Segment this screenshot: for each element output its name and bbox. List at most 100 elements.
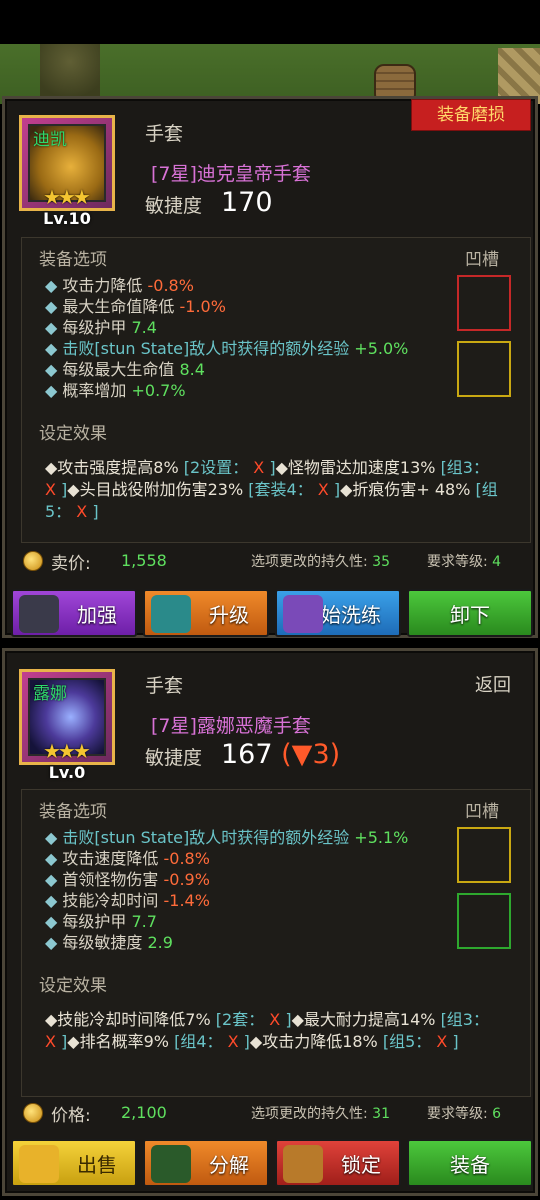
options-header: 装备选项: [39, 250, 107, 270]
set-effect-part: [2套：: [215, 1010, 270, 1029]
star-rating: ★★★: [43, 185, 91, 209]
set-effect-part: ◆头目战役附加伤害23%: [67, 480, 249, 499]
option-text: 首领怪物伤害: [62, 870, 159, 889]
item-icon: 迪凯 ★★★ Lv.10: [19, 115, 115, 228]
lock-label: 锁定: [341, 1152, 381, 1177]
option-value: -0.8%: [158, 849, 210, 868]
required-level: 要求等级: 4: [427, 551, 501, 571]
star-rating: ★★★: [43, 739, 91, 763]
price-value: 2,100: [121, 1103, 167, 1122]
option-text: 击败[stun State]敌人时获得的额外经验: [62, 828, 350, 847]
item-icon: 露娜 ★★★ Lv.0: [19, 669, 115, 782]
socket-slot[interactable]: [457, 827, 511, 883]
set-effect-part: ◆折痕伤害+ 48%: [340, 480, 476, 499]
option-line: ◆ 每级敏捷度 2.9: [45, 932, 408, 953]
option-line: ◆ 攻击速度降低 -0.8%: [45, 848, 408, 869]
stat-value: 167 (▼3): [221, 739, 340, 770]
set-effect-part: ]: [328, 480, 341, 499]
option-value: -0.8%: [142, 276, 194, 295]
upgrade-button[interactable]: 升级: [143, 589, 269, 637]
option-value: 7.4: [126, 318, 157, 337]
option-line: ◆ 最大生命值降低 -1.0%: [45, 296, 408, 317]
option-text: 攻击速度降低: [62, 849, 159, 868]
anvil-icon: [19, 595, 59, 633]
start-reroll-button[interactable]: 开始洗练: [275, 589, 401, 637]
padlock-icon: [283, 1145, 323, 1183]
coins-icon: [19, 1145, 59, 1183]
sell-button[interactable]: 出售: [11, 1139, 137, 1187]
stat-label: 敏捷度: [145, 747, 203, 769]
cauldron-icon: [151, 1145, 191, 1183]
diamond-bullet-icon: ◆: [45, 912, 63, 931]
set-effect-part: X: [436, 1032, 448, 1051]
set-effect-part: [套装4：: [248, 480, 318, 499]
option-value: -1.0%: [174, 297, 226, 316]
back-button[interactable]: 返回: [475, 671, 511, 697]
option-value: 8.4: [174, 360, 205, 379]
set-effect-part: [组3：: [440, 1010, 489, 1029]
set-effect-part: ◆最大耐力提高14%: [291, 1010, 441, 1029]
socket-slot[interactable]: [457, 341, 511, 397]
option-line: ◆ 攻击力降低 -0.8%: [45, 275, 408, 296]
set-effect-part: X: [317, 480, 329, 499]
stat-label: 敏捷度: [145, 195, 203, 217]
option-value: -1.4%: [158, 891, 210, 910]
set-effect-part: X: [269, 1010, 281, 1029]
durability: 选项更改的持久性: 35: [251, 551, 390, 571]
dismantle-button[interactable]: 分解: [143, 1139, 269, 1187]
status-bar: [0, 0, 540, 44]
required-level-label: 要求等级:: [427, 1106, 488, 1122]
item-icon-tag: 露娜: [33, 684, 67, 704]
equipment-worn-badge[interactable]: 装备磨损: [411, 99, 531, 131]
equip-button[interactable]: 装备: [407, 1139, 533, 1187]
set-effect-part: ◆排名概率9%: [67, 1032, 175, 1051]
reroll-bowl-icon: [283, 595, 323, 633]
option-line: ◆ 击败[stun State]敌人时获得的额外经验 +5.1%: [45, 827, 408, 848]
option-line: ◆ 每级最大生命值 8.4: [45, 359, 408, 380]
gold-coin-icon: [23, 551, 43, 571]
required-level-value: 4: [492, 554, 502, 570]
item-name: [7星]迪克皇帝手套: [151, 163, 311, 185]
option-value: +5.0%: [349, 339, 409, 358]
durability-label: 选项更改的持久性:: [251, 1106, 368, 1122]
option-line: ◆ 每级护甲 7.4: [45, 317, 408, 338]
set-effect-part: X: [227, 1032, 239, 1051]
option-list: ◆ 攻击力降低 -0.8% ◆ 最大生命值降低 -1.0% ◆ 每级护甲 7.4 ◆ …: [45, 275, 408, 401]
set-effect-part: ◆攻击力降低18%: [249, 1032, 383, 1051]
option-value: +5.1%: [349, 828, 409, 847]
set-effect-part: [组4：: [174, 1032, 228, 1051]
set-effect-part: [组5：: [382, 1032, 437, 1051]
equip-label: 装备: [450, 1152, 490, 1177]
equipped-item-panel: 装备磨损 迪凯 ★★★ Lv.10 手套 [7星]迪克皇帝手套 敏捷度 170 …: [2, 96, 538, 638]
price-row: 价格: 2,100 选项更改的持久性: 31 要求等级: 6: [23, 1101, 533, 1127]
book-icon: [151, 595, 191, 633]
lock-button[interactable]: 锁定: [275, 1139, 401, 1187]
socket-slot[interactable]: [457, 893, 511, 949]
set-effect-part: ]: [87, 502, 99, 521]
required-level-value: 6: [492, 1106, 502, 1122]
set-effect-part: [2设置：: [183, 458, 254, 477]
option-line: ◆ 首领怪物伤害 -0.9%: [45, 869, 408, 890]
durability: 选项更改的持久性: 31: [251, 1103, 390, 1123]
item-category: 手套: [145, 675, 184, 697]
set-effect-part: X: [253, 458, 265, 477]
option-line: ◆ 技能冷却时间 -1.4%: [45, 890, 408, 911]
upgrade-label: 升级: [209, 602, 249, 627]
unequip-button[interactable]: 卸下: [407, 589, 533, 637]
durability-label: 选项更改的持久性:: [251, 554, 368, 570]
enhance-button[interactable]: 加强: [11, 589, 137, 637]
set-effect-part: ]: [280, 1010, 292, 1029]
diamond-bullet-icon: ◆: [45, 360, 63, 379]
option-text: 每级护甲: [62, 318, 127, 337]
diamond-bullet-icon: ◆: [45, 381, 63, 400]
durability-value: 31: [372, 1106, 390, 1122]
option-value: +0.7%: [126, 381, 186, 400]
set-effect-text: ◆技能冷却时间降低7% [2套： X ]◆最大耐力提高14% [组3： X ]◆…: [45, 1009, 505, 1053]
socket-slot[interactable]: [457, 275, 511, 331]
price-label: 卖价:: [51, 554, 91, 574]
option-line: ◆ 概率增加 +0.7%: [45, 380, 408, 401]
required-level-label: 要求等级:: [427, 554, 488, 570]
diamond-bullet-icon: ◆: [45, 849, 63, 868]
set-effect-part: ]: [264, 458, 276, 477]
stat-number: 167: [221, 739, 273, 770]
